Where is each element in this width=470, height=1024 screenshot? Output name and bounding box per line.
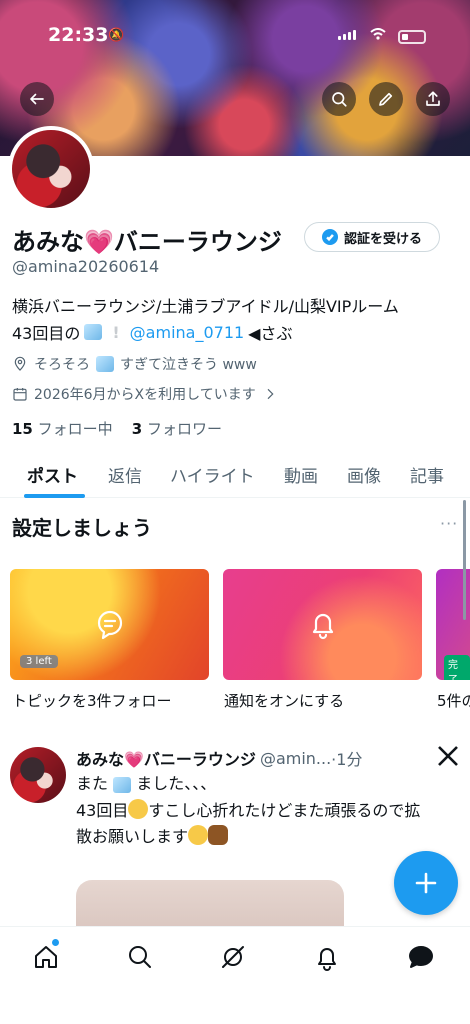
nav-notifications[interactable] bbox=[311, 941, 343, 973]
x-logo-icon bbox=[438, 746, 458, 766]
ice-icon bbox=[96, 356, 114, 372]
profile-handle: @amina20260614 bbox=[12, 257, 160, 276]
sad-face-emoji bbox=[128, 799, 149, 819]
signal-icon bbox=[338, 30, 356, 40]
setup-card-notifications[interactable] bbox=[223, 569, 422, 680]
battery-icon bbox=[398, 30, 426, 44]
pleading-face-emoji bbox=[188, 825, 209, 845]
get-verified-label: 認証を受ける bbox=[343, 231, 422, 247]
setup-card-label: 通知をオンにする bbox=[224, 692, 345, 710]
location-pin-icon bbox=[14, 356, 26, 371]
home-notification-dot bbox=[52, 939, 59, 946]
calendar-icon bbox=[13, 388, 27, 401]
avatar[interactable] bbox=[8, 126, 94, 212]
nav-search[interactable] bbox=[124, 941, 156, 973]
verified-check-icon bbox=[321, 229, 338, 245]
grok-icon bbox=[222, 946, 244, 968]
followers-count: 3 bbox=[131, 420, 143, 438]
followers-label: フォロワー bbox=[146, 420, 222, 438]
profile-name-row: あみな💗バニーラウンジ bbox=[12, 222, 282, 257]
bell-icon bbox=[318, 948, 336, 971]
joined-text: 2026年6月からXを利用しています bbox=[34, 387, 256, 403]
location-suffix: すぎて泣きそう www bbox=[120, 357, 257, 373]
search-icon bbox=[129, 946, 151, 968]
chat-icon bbox=[409, 946, 433, 968]
tab-videos[interactable]: 動画 bbox=[284, 462, 318, 487]
followers-link[interactable]: 3 フォロワー bbox=[132, 420, 222, 438]
tweet-author-handle: @amin... bbox=[259, 748, 332, 768]
exclamation-icon: ! bbox=[112, 322, 120, 342]
tweet-author-name[interactable]: あみな💗バニーラウンジ bbox=[76, 746, 256, 770]
tweet-avatar[interactable] bbox=[10, 747, 66, 803]
location: そろそろ すぎて泣きそう www bbox=[12, 354, 257, 374]
profile-name: あみな💗バニーラウンジ bbox=[12, 228, 282, 256]
nav-grok[interactable] bbox=[217, 941, 249, 973]
topic-icon bbox=[92, 607, 128, 643]
tab-highlights[interactable]: ハイライト bbox=[170, 462, 255, 487]
joined-date[interactable]: 2026年6月からXを利用しています bbox=[12, 384, 278, 404]
nav-home[interactable] bbox=[30, 941, 62, 973]
bottom-nav bbox=[0, 926, 470, 1024]
get-verified-button[interactable]: 認証を受ける bbox=[304, 222, 440, 252]
following-label: フォロー中 bbox=[37, 420, 113, 438]
ice-icon bbox=[84, 324, 103, 340]
setup-card-label: トピックを3件フォロー bbox=[12, 692, 172, 710]
active-tab-indicator bbox=[24, 494, 85, 498]
profile-tabs: ポスト 返信 ハイライト 動画 画像 記事 bbox=[0, 450, 470, 498]
tweet-time: ·1分 bbox=[331, 750, 363, 769]
ice-icon bbox=[113, 776, 132, 793]
tweet-text-line-1: また ました、、、 bbox=[76, 774, 217, 793]
status-bar: 22:33 🔕 bbox=[0, 24, 470, 52]
setup-card-label: 5件の bbox=[437, 692, 470, 710]
setup-card-topics[interactable]: 3 left bbox=[10, 569, 209, 680]
plus-icon bbox=[415, 872, 437, 894]
edit-button[interactable] bbox=[369, 82, 403, 116]
tweet-text-line-2: 43回目 すこし心折れたけどまた頑張るので拡 bbox=[76, 799, 421, 820]
share-icon bbox=[426, 91, 440, 106]
share-button[interactable] bbox=[416, 82, 450, 116]
tab-images[interactable]: 画像 bbox=[347, 462, 381, 487]
mute-icon: 🔕 bbox=[108, 28, 125, 43]
search-icon bbox=[332, 92, 347, 107]
home-icon bbox=[35, 946, 57, 968]
location-prefix: そろそろ bbox=[34, 357, 90, 373]
card-done-badge: 完了 bbox=[444, 655, 470, 680]
following-count: 15 bbox=[12, 420, 33, 438]
bio-mention-link[interactable]: @amina_0711 bbox=[130, 323, 245, 342]
tab-posts[interactable]: ポスト bbox=[27, 462, 78, 487]
tab-articles[interactable]: 記事 bbox=[410, 462, 444, 487]
tweet-text-line-3: 散お願いします bbox=[76, 825, 229, 848]
card-badge: 3 left bbox=[20, 655, 58, 668]
chevron-right-icon bbox=[267, 388, 274, 400]
tweet-header: あみな💗バニーラウンジ @amin... ·1分 bbox=[76, 746, 362, 770]
tab-replies[interactable]: 返信 bbox=[108, 462, 142, 487]
setup-title: 設定しましょう bbox=[12, 516, 152, 540]
bio-line-1: 横浜バニーラウンジ/土浦ラブアイドル/山梨VIPルーム bbox=[12, 297, 399, 316]
search-button[interactable] bbox=[322, 82, 356, 116]
back-button[interactable] bbox=[20, 82, 54, 116]
compose-button[interactable] bbox=[394, 851, 458, 915]
bell-icon bbox=[305, 607, 341, 643]
bio-line-2-suffix: ◀さぶ bbox=[248, 324, 293, 343]
bio-line-2-prefix: 43回目の bbox=[12, 324, 81, 343]
follow-stats: 15 フォロー中 3 フォロワー bbox=[12, 418, 222, 439]
arrow-left-icon bbox=[30, 93, 44, 105]
following-link[interactable]: 15 フォロー中 bbox=[12, 420, 113, 438]
pencil-icon bbox=[379, 92, 393, 106]
status-time: 22:33 bbox=[48, 24, 109, 46]
bio-line-2: 43回目の ! @amina_0711 ◀さぶ bbox=[12, 320, 292, 344]
nav-messages[interactable] bbox=[405, 941, 437, 973]
more-options-icon[interactable]: ··· bbox=[440, 514, 458, 533]
folded-hands-emoji bbox=[208, 825, 229, 845]
wifi-icon bbox=[370, 28, 386, 44]
scrollbar[interactable] bbox=[463, 500, 466, 620]
